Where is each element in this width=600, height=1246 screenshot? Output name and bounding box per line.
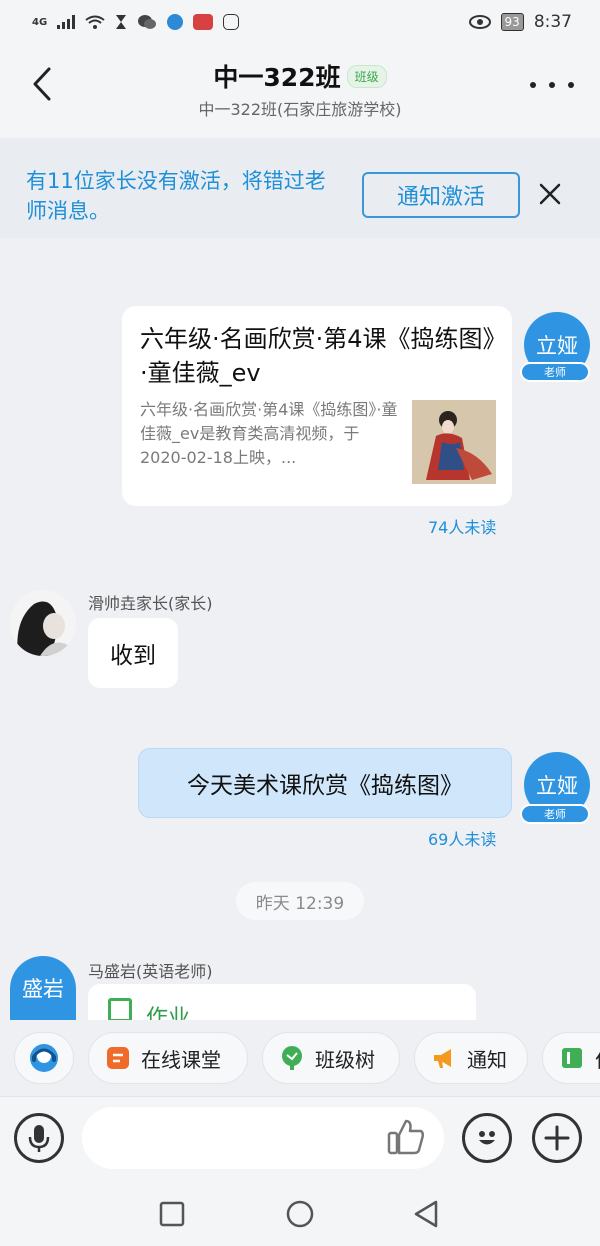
more-options-button[interactable] <box>530 70 574 100</box>
teacher-tag: 老师 <box>520 362 590 382</box>
status-right: 93 8:37 <box>468 12 572 32</box>
microphone-icon <box>28 1125 50 1152</box>
page-title: 中一322班 <box>213 63 341 92</box>
voice-input-button[interactable] <box>14 1113 64 1163</box>
circle-icon <box>286 1200 314 1228</box>
dot-icon <box>549 82 555 88</box>
avatar-label: 盛岩 <box>22 977 64 1001</box>
triangle-back-icon <box>414 1200 438 1228</box>
profile-photo <box>10 590 76 656</box>
class-badge: 班级 <box>346 64 387 88</box>
class-tree-button[interactable]: 班级树 <box>262 1032 400 1084</box>
home-button[interactable] <box>284 1198 316 1230</box>
headset-avatar-icon <box>30 1044 58 1072</box>
notice-label: 通知 <box>467 1047 507 1072</box>
app-red-icon <box>193 14 214 30</box>
system-nav-bar <box>0 1182 600 1246</box>
card-title: 六年级·名画欣赏·第4课《捣练图》·童佳薇_ev <box>140 325 495 387</box>
sender-avatar[interactable]: 盛岩 <box>10 956 76 1020</box>
homework-icon <box>108 998 132 1022</box>
timestamp: 昨天 12:39 <box>236 882 364 920</box>
page-subtitle: 中一322班(石家庄旅游学校) <box>198 100 402 119</box>
notify-activate-button[interactable]: 通知激活 <box>362 172 520 218</box>
painting-thumbnail <box>412 400 496 484</box>
browser-icon <box>167 14 184 30</box>
recent-apps-button[interactable] <box>156 1198 188 1230</box>
activation-notice: 有11位家长没有激活，将错过老师消息。 通知激活 <box>0 138 600 238</box>
hand-icon <box>223 14 240 30</box>
battery-indicator: 93 <box>500 13 524 31</box>
back-nav-button[interactable] <box>410 1198 442 1230</box>
plus-icon <box>544 1125 570 1151</box>
video-share-card[interactable]: 六年级·名画欣赏·第4课《捣练图》·童佳薇_ev 六年级·名画欣赏·第4课《捣练… <box>122 306 512 506</box>
dot-icon <box>530 82 536 88</box>
clock: 8:37 <box>533 12 572 32</box>
notice-button[interactable]: 通知 <box>414 1032 528 1084</box>
homework-label: 作 <box>595 1044 600 1073</box>
hourglass-icon <box>116 15 127 29</box>
close-notice-button[interactable] <box>536 180 564 208</box>
avatar-label: 立娅 <box>536 334 578 358</box>
square-icon <box>159 1201 185 1227</box>
input-bar <box>0 1096 600 1182</box>
tree-icon <box>279 1045 305 1071</box>
homework-card[interactable]: 作业 <box>88 984 476 1024</box>
chat-header: 中一322班 班级 中一322班(石家庄旅游学校) <box>0 44 600 138</box>
dot-icon <box>568 82 574 88</box>
status-icons: 4G <box>32 14 240 30</box>
eye-icon <box>468 15 491 29</box>
emoji-button[interactable] <box>462 1113 512 1163</box>
homework-button[interactable]: 作 <box>542 1032 600 1084</box>
online-class-label: 在线课堂 <box>141 1047 221 1072</box>
add-attachment-button[interactable] <box>532 1113 582 1163</box>
network-label: 4G <box>32 16 48 28</box>
assistant-button[interactable] <box>14 1032 74 1084</box>
signal-icon <box>57 15 76 29</box>
teacher-tag: 老师 <box>520 804 590 824</box>
wifi-icon <box>85 15 105 29</box>
unread-count[interactable]: 69人未读 <box>428 826 496 850</box>
avatar[interactable] <box>10 590 76 656</box>
close-icon <box>539 183 561 205</box>
sender-name: 滑帅垚家长(家长) <box>88 594 213 613</box>
class-tree-label: 班级树 <box>315 1047 375 1072</box>
unread-count[interactable]: 74人未读 <box>428 514 496 538</box>
wechat-icon <box>138 15 157 29</box>
avatar-label: 立娅 <box>536 774 578 798</box>
card-description: 六年级·名画欣赏·第4课《捣练图》·童佳薇_ev是教育类高清视频，于2020-0… <box>140 400 398 467</box>
megaphone-icon <box>431 1045 457 1071</box>
notice-text: 有11位家长没有激活，将错过老师消息。 <box>26 169 326 223</box>
homework-tab-icon <box>559 1045 585 1071</box>
online-class-button[interactable]: 在线课堂 <box>88 1032 248 1084</box>
status-bar: 4G 93 8:37 <box>0 0 600 44</box>
video-thumbnail <box>412 400 496 484</box>
message-bubble[interactable]: 今天美术课欣赏《捣练图》 <box>138 748 512 818</box>
message-bubble[interactable]: 收到 <box>88 618 178 688</box>
quick-action-bar: 在线课堂 班级树 通知 作 <box>0 1020 600 1096</box>
online-class-icon <box>105 1045 131 1071</box>
sender-name: 马盛岩(英语老师) <box>88 962 213 981</box>
smiley-icon <box>479 1131 495 1145</box>
like-button[interactable] <box>386 1117 430 1157</box>
title-wrap: 中一322班 班级 <box>0 58 600 94</box>
thumbs-up-icon <box>387 1119 425 1155</box>
